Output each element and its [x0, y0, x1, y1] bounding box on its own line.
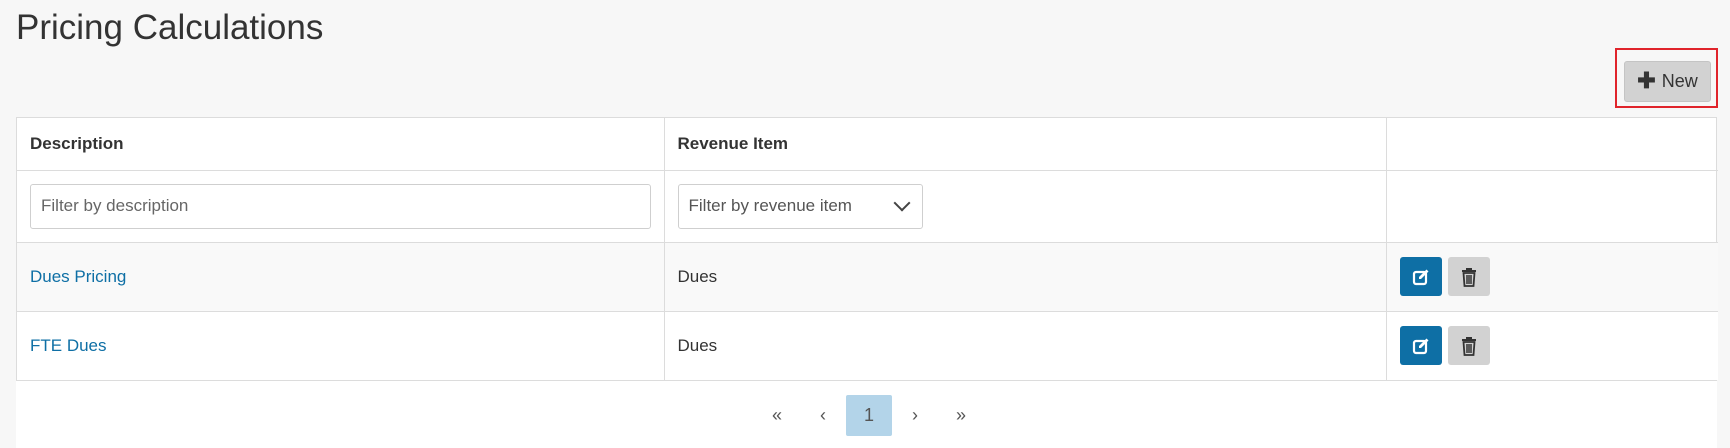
- first-page-button[interactable]: «: [754, 395, 800, 436]
- description-link[interactable]: FTE Dues: [30, 336, 107, 355]
- description-filter-input[interactable]: [30, 183, 651, 229]
- prev-page-button[interactable]: ‹: [800, 395, 846, 436]
- edit-button[interactable]: [1399, 257, 1442, 296]
- table-row: FTE Dues Dues: [17, 311, 1718, 380]
- page-number-button[interactable]: 1: [846, 395, 892, 436]
- filter-cell-description: [17, 170, 665, 243]
- filter-cell-actions: [1386, 170, 1718, 243]
- page-title: Pricing Calculations: [16, 8, 324, 47]
- description-cell: Dues Pricing: [17, 242, 665, 312]
- table-header-row: Description Revenue Item: [17, 118, 1718, 171]
- actions-cell: [1386, 242, 1718, 312]
- column-header-actions: [1386, 118, 1718, 171]
- next-page-button[interactable]: ›: [892, 395, 938, 436]
- revenue-item-filter-select[interactable]: Filter by revenue item: [677, 183, 923, 229]
- column-header-revenue-item[interactable]: Revenue Item: [664, 118, 1387, 171]
- edit-icon: [1412, 338, 1428, 354]
- revenue-item-filter-placeholder: Filter by revenue item: [688, 196, 852, 215]
- description-link[interactable]: Dues Pricing: [30, 267, 126, 286]
- edit-button[interactable]: [1399, 326, 1442, 366]
- description-cell: FTE Dues: [17, 311, 665, 380]
- delete-button[interactable]: [1447, 326, 1490, 366]
- revenue-item-cell: Dues: [664, 311, 1387, 380]
- delete-button[interactable]: [1447, 257, 1490, 296]
- chevron-down-icon: [893, 194, 910, 212]
- last-page-button[interactable]: »: [938, 395, 984, 436]
- plus-icon: ✚: [1637, 67, 1656, 93]
- new-button-label: New: [1661, 71, 1698, 91]
- edit-icon: [1412, 269, 1428, 285]
- filter-cell-revenue-item: Filter by revenue item: [664, 170, 1387, 243]
- column-header-description[interactable]: Description: [17, 118, 665, 171]
- new-button[interactable]: ✚ New: [1624, 61, 1711, 102]
- pricing-table: Description Revenue Item Filter by reven…: [16, 117, 1718, 381]
- trash-icon: [1461, 336, 1476, 356]
- pagination: « ‹ 1 › »: [16, 381, 1717, 448]
- revenue-item-cell: Dues: [664, 242, 1387, 312]
- table-row: Dues Pricing Dues: [17, 242, 1718, 312]
- trash-icon: [1461, 267, 1476, 287]
- actions-cell: [1386, 311, 1718, 380]
- filter-row: Filter by revenue item: [17, 170, 1718, 243]
